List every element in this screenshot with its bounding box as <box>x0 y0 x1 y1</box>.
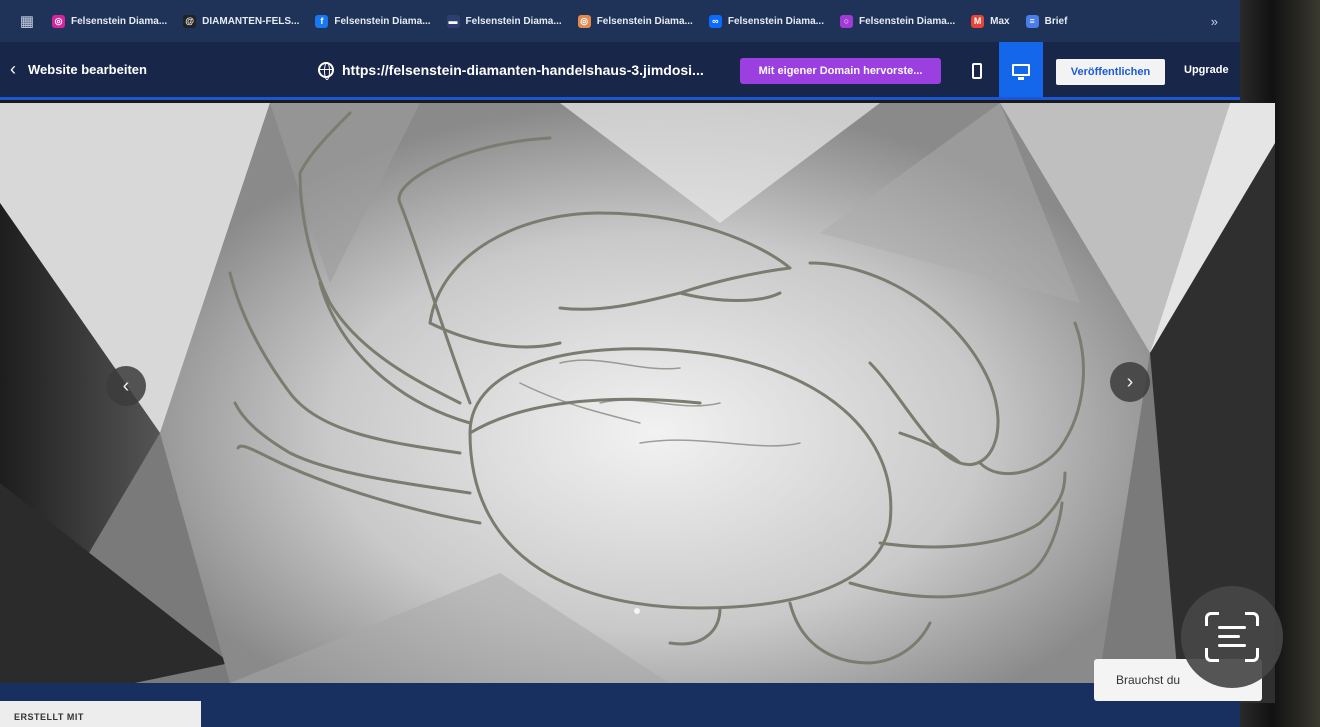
bookmark-item[interactable]: @ DIAMANTEN-FELS... <box>175 7 307 35</box>
page-icon: ▬ <box>446 14 460 28</box>
slider-next-button[interactable]: › <box>1110 362 1150 402</box>
desktop-preview-button[interactable] <box>999 42 1043 97</box>
bookmark-label: Felsenstein Diama... <box>465 15 562 27</box>
gmail-icon: M <box>971 14 985 28</box>
docs-icon: ≡ <box>1025 14 1039 28</box>
bookmark-label: Felsenstein Diama... <box>596 15 693 27</box>
site-url-text: https://felsenstein-diamanten-handelshau… <box>342 61 704 78</box>
back-to-editor-button[interactable]: ‹ Website bearbeiten <box>10 59 147 80</box>
editor-toolbar: ‹ Website bearbeiten https://felsenstein… <box>0 42 1240 100</box>
phone-icon <box>972 63 982 79</box>
scan-text-icon <box>1205 612 1259 662</box>
bookmark-item[interactable]: ∞ Felsenstein Diama... <box>701 7 832 35</box>
back-label: Website bearbeiten <box>28 62 147 77</box>
bookmark-label: Felsenstein Diama... <box>859 15 956 27</box>
publish-button[interactable]: Veröffentlichen <box>1056 59 1165 85</box>
bookmark-item[interactable]: ○ Felsenstein Diama... <box>832 7 963 35</box>
chevron-left-icon: ‹ <box>10 59 16 79</box>
site-url[interactable]: https://felsenstein-diamanten-handelshau… <box>318 61 704 80</box>
bookmark-item[interactable]: f Felsenstein Diama... <box>307 7 438 35</box>
bookmark-label: Felsenstein Diama... <box>334 15 431 27</box>
bookmark-label: Felsenstein Diama... <box>71 15 168 27</box>
apps-grid-icon[interactable]: ▦ <box>10 12 44 30</box>
bookmark-label: Max <box>990 15 1010 27</box>
crab-diamond-image <box>0 103 1275 703</box>
more-bookmarks-button[interactable]: » <box>1211 14 1218 29</box>
bookmark-label: Brief <box>1044 15 1068 27</box>
upgrade-button[interactable]: Upgrade <box>1184 64 1229 76</box>
facebook-icon: f <box>315 14 329 28</box>
bookmark-item[interactable]: ◎ Felsenstein Diama... <box>570 7 701 35</box>
text-scan-button[interactable] <box>1181 586 1283 688</box>
bookmark-item[interactable]: ≡ Brief <box>1018 7 1076 35</box>
instagram-icon: ◎ <box>52 14 65 28</box>
bookmark-label: Felsenstein Diama... <box>727 15 824 27</box>
globe-icon <box>318 61 334 80</box>
bookmark-item[interactable]: M Max <box>963 7 1017 35</box>
bookmark-item[interactable]: ▬ Felsenstein Diama... <box>439 7 570 35</box>
own-domain-button[interactable]: Mit eigener Domain hervorste... <box>740 58 941 84</box>
meta-icon: ∞ <box>708 14 722 28</box>
circle-icon: ○ <box>840 14 853 28</box>
mobile-preview-button[interactable] <box>958 52 996 90</box>
instagram-icon: ◎ <box>577 14 591 28</box>
monitor-icon <box>1012 63 1030 80</box>
bookmark-item[interactable]: ◎ Felsenstein Diama... <box>44 7 175 35</box>
made-with-badge[interactable]: ERSTELLT MIT <box>0 701 201 727</box>
image-slider: ‹ › <box>0 103 1275 703</box>
slider-prev-button[interactable]: ‹ <box>106 366 146 406</box>
bookmarks-bar: ▦ ◎ Felsenstein Diama... @ DIAMANTEN-FELS..… <box>0 0 1240 42</box>
threads-icon: @ <box>183 14 197 28</box>
bookmark-label: DIAMANTEN-FELS... <box>202 15 300 27</box>
bookmark-list: ◎ Felsenstein Diama... @ DIAMANTEN-FELS... f… <box>44 7 1075 35</box>
